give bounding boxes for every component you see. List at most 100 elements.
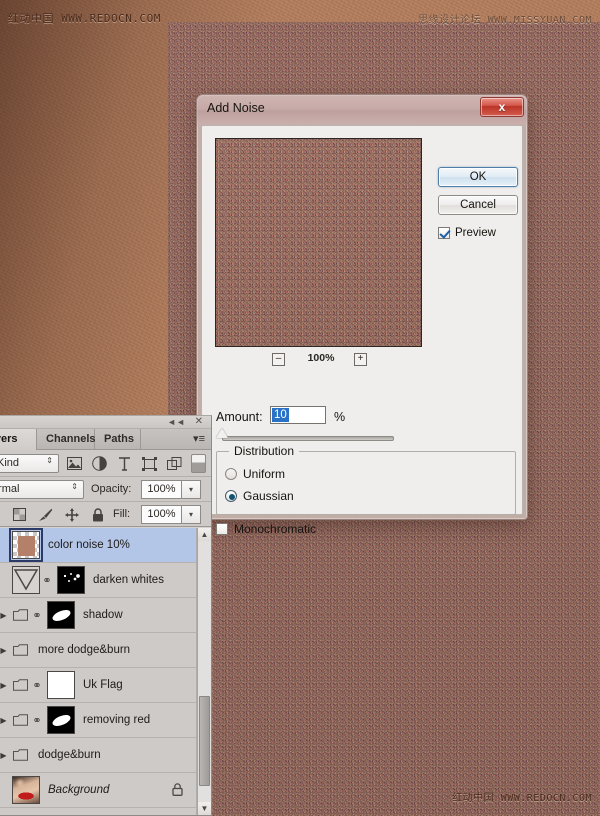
noise-preview-image[interactable] (215, 138, 422, 347)
tab-channels[interactable]: Channels (37, 429, 96, 450)
watermark-bottom-right: 红动中国 WWW.REDOCN.COM (452, 793, 592, 804)
amount-slider-thumb[interactable] (216, 428, 228, 438)
link-mask-icon[interactable]: ⚭ (30, 609, 44, 622)
preview-checkbox[interactable]: Preview (438, 227, 496, 239)
scroll-up-arrow[interactable]: ▲ (198, 528, 211, 541)
layer-row[interactable]: Background (0, 773, 211, 808)
blend-mode-row: Normal ⇕ Opacity: 100% ▾ (0, 477, 211, 502)
folder-icon (10, 679, 30, 691)
amount-unit-label: % (334, 410, 346, 424)
link-mask-icon[interactable]: ⚭ (30, 679, 44, 692)
dialog-titlebar[interactable]: Add Noise x (197, 95, 527, 125)
layer-mask-thumbnail[interactable] (47, 601, 75, 629)
dialog-title: Add Noise (207, 101, 265, 115)
lock-position-icon[interactable] (63, 506, 80, 523)
layer-row[interactable]: ▶ ⚭ removing red (0, 703, 211, 738)
dialog-body: – 100% + OK Cancel Preview Amount: 10 % … (201, 125, 523, 536)
tab-paths[interactable]: Paths (95, 429, 141, 450)
lock-all-icon[interactable] (89, 506, 106, 523)
panel-menu-icon[interactable]: ▾≡ (193, 432, 205, 445)
radio-gaussian-label: Gaussian (243, 489, 294, 503)
layer-row[interactable]: ▶ ⚭ shadow (0, 598, 211, 633)
blend-mode-value: Normal (0, 483, 20, 495)
image-filter-icon[interactable] (66, 455, 83, 472)
folder-icon (10, 609, 30, 621)
panel-tabs: Layers Channels Paths ▾≡ (0, 429, 211, 450)
scroll-down-arrow[interactable]: ▼ (198, 802, 211, 815)
filter-kind-select[interactable]: Kind ⇕ (0, 454, 59, 473)
cancel-button[interactable]: Cancel (438, 195, 518, 215)
layer-row[interactable]: color noise 10% (0, 528, 211, 563)
group-expand-arrow-icon[interactable]: ▶ (0, 716, 10, 725)
close-icon[interactable]: x (480, 97, 524, 117)
checkbox-check-icon (438, 227, 450, 239)
zoom-level-label: 100% (307, 352, 335, 364)
amount-label: Amount: (216, 410, 263, 424)
radio-gaussian[interactable]: Gaussian (225, 489, 294, 503)
layer-row[interactable]: ▶ dodge&burn (0, 738, 211, 773)
layer-thumbnail[interactable] (12, 776, 40, 804)
opacity-label: Opacity: (91, 483, 132, 495)
opacity-dropdown-icon[interactable]: ▾ (182, 480, 201, 499)
fill-input[interactable]: 100% (141, 505, 182, 524)
monochromatic-label: Monochromatic (234, 522, 317, 536)
panel-topbar: ◄◄ ✕ (0, 416, 211, 429)
tab-layers[interactable]: Layers (0, 429, 37, 450)
layer-name: darken whites (93, 574, 164, 586)
group-expand-arrow-icon[interactable]: ▶ (0, 611, 10, 620)
group-expand-arrow-icon[interactable]: ▶ (0, 751, 10, 760)
group-expand-arrow-icon[interactable]: ▶ (0, 646, 10, 655)
layer-filter-row: Kind ⇕ (0, 450, 211, 477)
layer-mask-thumbnail[interactable] (47, 706, 75, 734)
close-panel-icon[interactable]: ✕ (195, 416, 203, 427)
amount-slider-track[interactable] (222, 436, 394, 441)
radio-gaussian-indicator (225, 490, 237, 502)
shape-filter-icon[interactable] (141, 455, 158, 472)
layer-thumbnail[interactable] (9, 528, 43, 562)
folder-icon (10, 644, 30, 656)
fill-dropdown-icon[interactable]: ▾ (182, 505, 201, 524)
lock-image-icon[interactable] (37, 506, 54, 523)
group-expand-arrow-icon[interactable]: ▶ (0, 681, 10, 690)
collapse-panel-icon[interactable]: ◄◄ (167, 417, 185, 427)
smart-object-filter-icon[interactable] (166, 455, 183, 472)
distribution-group: Distribution Uniform Gaussian (216, 444, 516, 515)
folder-icon (10, 749, 30, 761)
layer-name: shadow (83, 609, 123, 621)
zoom-in-button[interactable]: + (354, 353, 367, 366)
radio-uniform-label: Uniform (243, 467, 286, 481)
distribution-legend: Distribution (229, 444, 300, 458)
type-filter-icon[interactable] (116, 455, 133, 472)
amount-input-value: 10 (272, 408, 289, 422)
layer-row[interactable]: ▶ more dodge&burn (0, 633, 211, 668)
layer-mask-thumbnail[interactable] (47, 671, 75, 699)
layer-row[interactable]: ⚭ darken whites (0, 563, 211, 598)
layer-name: dodge&burn (38, 749, 101, 761)
monochromatic-checkbox-indicator (216, 523, 228, 535)
layer-list-scrollbar[interactable]: ▲ ▼ (197, 528, 211, 815)
layer-name: Background (48, 784, 110, 796)
link-mask-icon[interactable]: ⚭ (40, 574, 54, 587)
adjustment-filter-icon[interactable] (91, 455, 108, 472)
filter-kind-label: Kind (0, 457, 20, 469)
zoom-out-button[interactable]: – (272, 353, 285, 366)
layer-thumbnail[interactable] (12, 566, 40, 594)
opacity-input[interactable]: 100% (141, 480, 182, 499)
chevron-updown-icon: ⇕ (46, 456, 53, 465)
layer-row[interactable]: ▶ ⚭ Uk Flag (0, 668, 211, 703)
lock-transparency-icon[interactable] (11, 506, 28, 523)
layers-panel: ◄◄ ✕ Layers Channels Paths ▾≡ Kind ⇕ (0, 415, 212, 816)
layer-name: more dodge&burn (38, 644, 131, 656)
blend-mode-select[interactable]: Normal ⇕ (0, 480, 84, 499)
layer-name: color noise 10% (48, 539, 130, 551)
scrollbar-thumb[interactable] (199, 696, 210, 786)
link-mask-icon[interactable]: ⚭ (30, 714, 44, 727)
filter-enable-toggle[interactable] (191, 454, 206, 473)
layer-mask-thumbnail[interactable] (57, 566, 85, 594)
chevron-updown-icon: ⇕ (71, 482, 78, 491)
monochromatic-checkbox[interactable]: Monochromatic (216, 522, 316, 536)
layer-list: color noise 10% ⚭ darken whites ▶ ⚭ shadow ▶ mo… (0, 528, 211, 815)
layer-locked-icon (172, 783, 183, 799)
ok-button[interactable]: OK (438, 167, 518, 187)
radio-uniform[interactable]: Uniform (225, 467, 285, 481)
